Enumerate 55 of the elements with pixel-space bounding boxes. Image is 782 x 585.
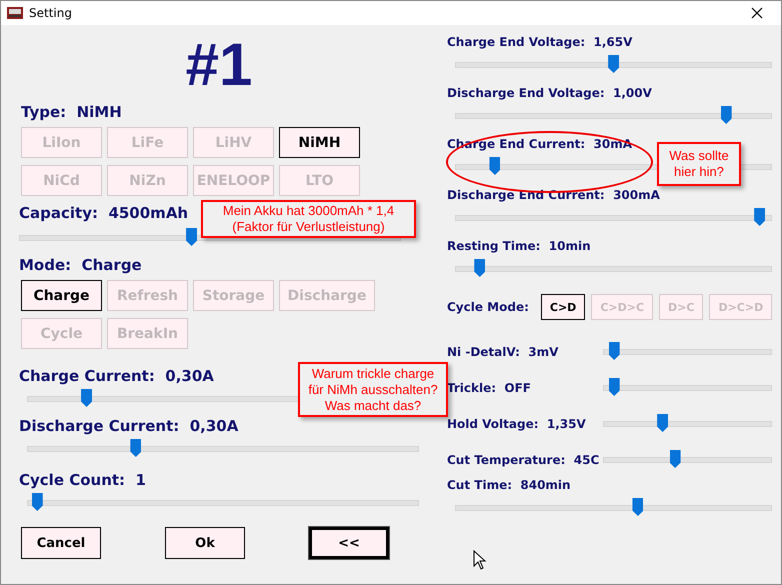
setting-label: Discharge Current: 0,30A: [19, 417, 238, 435]
slider-thumb[interactable]: [720, 106, 732, 124]
setting-label: Ni -DetalV: 3mV: [447, 345, 560, 359]
mode-button[interactable]: Cycle: [21, 318, 102, 349]
mode-button[interactable]: Charge: [21, 280, 102, 311]
battery-type-button[interactable]: NiCd: [21, 165, 102, 196]
setting-label: Cut Time: 840min: [447, 478, 571, 492]
battery-type-button[interactable]: LiHV: [193, 127, 274, 158]
mode-button[interactable]: Storage: [193, 280, 274, 311]
comment-tooltip: Was sollte hier hin?: [657, 142, 741, 186]
dialog-button[interactable]: <<: [309, 527, 389, 559]
slider-thumb[interactable]: [32, 493, 43, 511]
slider-thumb[interactable]: [186, 228, 198, 246]
slider-thumb[interactable]: [130, 439, 142, 457]
type-label: Type: NiMH: [21, 103, 122, 121]
slider-thumb[interactable]: [670, 450, 681, 468]
setting-label: Discharge End Voltage: 1,00V: [447, 86, 652, 100]
close-icon[interactable]: [751, 7, 763, 19]
setting-label: Cycle Mode:: [447, 300, 529, 314]
setting-label: Charge Current: 0,30A: [19, 367, 214, 385]
mouse-cursor-icon: [473, 550, 487, 570]
setting-label: Trickle: OFF: [447, 381, 532, 395]
mode-label: Mode: Charge: [19, 256, 142, 274]
comment-tooltip: Warum trickle charge für NiMh ausschalten? Was macht das?: [298, 362, 448, 417]
setting-label: Cut Temperature: 45C: [447, 453, 600, 467]
battery-type-button[interactable]: LiFe: [107, 127, 188, 158]
slider-thumb[interactable]: [632, 498, 644, 516]
battery-type-button[interactable]: NiZn: [107, 165, 188, 196]
mode-button[interactable]: Discharge: [279, 280, 375, 311]
app-icon: [7, 6, 23, 20]
mode-button[interactable]: Refresh: [107, 280, 188, 311]
slider-thumb[interactable]: [608, 342, 620, 360]
cycle-mode-button[interactable]: C>D: [540, 294, 586, 320]
slider-thumb[interactable]: [489, 157, 500, 175]
slider-thumb[interactable]: [657, 414, 668, 432]
battery-type-button[interactable]: NiMH: [279, 127, 360, 158]
setting-label: Cycle Count: 1: [19, 471, 146, 489]
setting-label: Resting Time: 10min: [447, 239, 591, 253]
battery-type-button[interactable]: LTO: [279, 165, 360, 196]
setting-label: Hold Voltage: 1,35V: [447, 417, 587, 431]
dialog-button[interactable]: Ok: [165, 527, 245, 559]
mode-button[interactable]: BreakIn: [107, 318, 188, 349]
capacity-label: Capacity: 4500mAh: [19, 204, 188, 222]
battery-type-button[interactable]: ENELOOP: [193, 165, 274, 196]
slider-thumb[interactable]: [754, 208, 766, 226]
dialog-button[interactable]: Cancel: [21, 527, 101, 559]
slider-thumb[interactable]: [608, 55, 620, 73]
setting-label: Charge End Voltage: 1,65V: [447, 35, 632, 49]
slider-thumb[interactable]: [608, 378, 620, 396]
slider-thumb[interactable]: [81, 389, 92, 407]
slider-thumb[interactable]: [474, 259, 486, 277]
channel-heading: #1: [184, 33, 254, 97]
battery-type-button[interactable]: LiIon: [21, 127, 102, 158]
window-title: Setting: [29, 6, 72, 20]
comment-tooltip: Mein Akku hat 3000mAh * 1,4 (Faktor für Verlustleistung): [201, 200, 416, 238]
